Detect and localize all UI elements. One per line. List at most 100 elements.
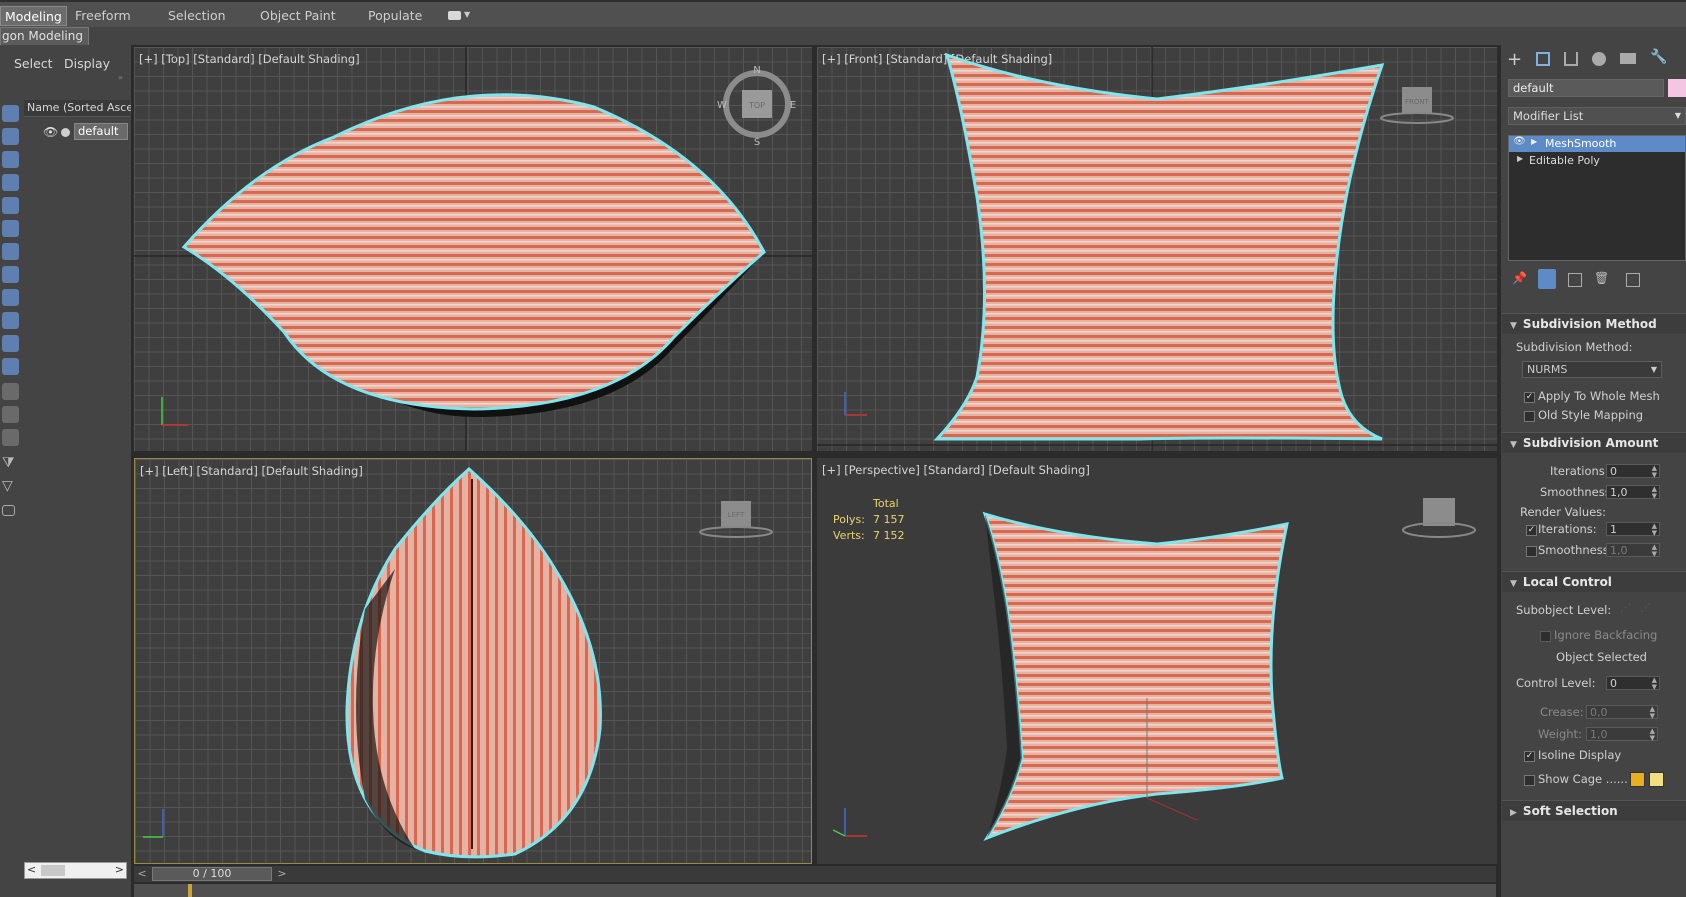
spinner-arrows-icon[interactable]: ▲ ▼ [1652,544,1657,558]
explorer-column-header[interactable]: Name (Sorted Ascen [24,100,140,117]
tab-selection[interactable]: Selection [168,6,226,26]
edge-level-icon[interactable]: ⋰ [1640,601,1651,614]
isoline-display-checkbox[interactable]: ✓ [1524,751,1535,762]
render-iterations-spinner[interactable]: 1 ▲ ▼ [1606,522,1660,537]
spinner-arrows-icon[interactable]: ▲ ▼ [1652,677,1657,691]
viewport-front[interactable]: [+] [Front] [Standard] [Default Shading]… [817,47,1497,451]
invert-filter-icon[interactable] [2,429,19,446]
pillow-top-view: TOP N S E W [134,47,812,451]
groups-filter-icon[interactable] [2,243,19,260]
vertex-level-icon[interactable]: ⋰ [1620,601,1631,614]
control-level-spinner[interactable]: 0 ▲ ▼ [1606,676,1660,691]
rollout-soft-selection[interactable]: ▶ Soft Selection [1502,800,1686,821]
tab-modeling[interactable]: Modeling [0,6,67,26]
viewport-top[interactable]: [+] [Top] [Standard] [Default Shading] T… [134,47,812,451]
shapes-filter-icon[interactable] [2,128,19,145]
configure-modifier-sets-icon[interactable] [1626,273,1640,287]
rollout-subdivision-amount[interactable]: ▼ Subdivision Amount [1502,432,1686,453]
time-prev-button[interactable]: < [134,866,150,882]
filter-icon[interactable]: ⧩ [2,455,19,472]
cage-color-swatch-2[interactable] [1649,772,1664,787]
pin-stack-icon[interactable]: 📌 [1512,271,1527,285]
stack-item-editable-poly[interactable]: ▶ Editable Poly [1509,153,1685,169]
helpers-filter-icon[interactable] [2,197,19,214]
lights-filter-icon[interactable] [2,151,19,168]
iterations-spinner[interactable]: 0 ▲ ▼ [1606,464,1660,479]
expand-arrow-icon[interactable]: ▶ [1531,137,1537,146]
space-warps-filter-icon[interactable] [2,220,19,237]
scrollbar-thumb[interactable] [41,865,65,876]
show-cage-checkbox[interactable] [1524,775,1535,786]
display-tab-icon[interactable] [1620,53,1636,64]
viewport-perspective[interactable]: [+] [Perspective] [Standard] [Default Sh… [817,458,1497,864]
containers-filter-icon[interactable] [2,312,19,329]
cage-color-swatch-1[interactable] [1630,772,1645,787]
spinner-arrows-icon[interactable]: ▲ ▼ [1650,728,1655,742]
render-toggle-icon[interactable] [61,128,70,137]
none-filter-icon[interactable] [2,406,19,423]
spinner-arrows-icon[interactable]: ▲ ▼ [1652,523,1657,537]
rollout-local-control[interactable]: ▼ Local Control [1502,571,1686,592]
motion-tab-icon[interactable] [1592,52,1606,66]
ignore-backfacing-checkbox[interactable] [1540,631,1551,642]
time-slider-bar[interactable]: < 0 / 100 > [134,866,1496,882]
cameras-filter-icon[interactable] [2,174,19,191]
explorer-menu-select[interactable]: Select [14,56,53,71]
polygon-modeling-panel-label[interactable]: gon Modeling [0,27,89,46]
explorer-menu-display[interactable]: Display [64,56,110,71]
eye-icon[interactable]: 👁 [43,125,58,139]
spinner-arrows-icon[interactable]: ▲ ▼ [1650,706,1655,720]
stack-item-meshsmooth[interactable]: 👁 ▶ MeshSmooth [1509,136,1685,152]
frozen-filter-icon[interactable] [2,335,19,352]
modifier-list-dropdown[interactable]: Modifier List ▼ [1508,107,1686,125]
utilities-tab-icon[interactable]: 🔧 [1650,49,1667,65]
weight-spinner[interactable]: 1,0 ▲ ▼ [1586,727,1658,742]
scene-object-default[interactable]: default [74,123,128,140]
smoothness-spinner[interactable]: 1,0 ▲ ▼ [1606,485,1660,500]
hidden-filter-icon[interactable] [2,358,19,375]
crease-spinner[interactable]: 0,0 ▲ ▼ [1586,705,1658,720]
scroll-right-arrow-icon[interactable]: > [115,863,124,876]
modify-tab-icon[interactable] [1536,52,1550,66]
object-color-swatch[interactable] [1668,79,1686,97]
scroll-left-arrow-icon[interactable]: < [27,863,36,876]
explorer-expand-icon[interactable]: » [118,73,123,82]
chevron-down-icon[interactable]: ▼ [464,10,470,19]
bones-filter-icon[interactable] [2,289,19,306]
xrefs-filter-icon[interactable] [2,266,19,283]
render-smoothness-spinner[interactable]: 1,0 ▲ ▼ [1606,543,1660,558]
time-next-button[interactable]: > [274,866,290,882]
track-bar[interactable] [134,884,1496,897]
make-unique-icon[interactable] [1568,273,1582,287]
render-iterations-checkbox[interactable]: ✓ [1526,525,1537,536]
viewport-left[interactable]: [+] [Left] [Standard] [Default Shading] … [134,458,812,864]
tab-object-paint[interactable]: Object Paint [260,6,336,26]
object-name-field[interactable]: default [1508,79,1664,97]
rollout-subdivision-method[interactable]: ▼ Subdivision Method [1502,313,1686,334]
show-cage-label: Show Cage ...... [1538,772,1628,786]
tab-populate[interactable]: Populate [368,6,422,26]
show-end-result-icon[interactable] [1538,269,1556,289]
render-smoothness-checkbox[interactable] [1526,546,1537,557]
geometry-filter-icon[interactable] [2,105,19,122]
rollout-title: Local Control [1522,575,1612,589]
create-tab-icon[interactable]: + [1507,49,1522,70]
spinner-arrows-icon[interactable]: ▲ ▼ [1652,465,1657,479]
hierarchy-tab-icon[interactable] [1564,52,1578,66]
subdivision-method-select[interactable]: NURMS ▼ [1522,361,1662,378]
tab-freeform[interactable]: Freeform [75,6,131,26]
remove-modifier-icon[interactable]: 🗑 [1594,271,1609,285]
old-style-mapping-checkbox[interactable] [1524,411,1535,422]
spinner-arrows-icon[interactable]: ▲ ▼ [1652,486,1657,500]
funnel-icon[interactable]: ▽ [2,478,19,495]
expand-arrow-icon[interactable]: ▶ [1517,154,1523,163]
apply-whole-mesh-checkbox[interactable]: ✓ [1524,392,1535,403]
compass-w: W [717,100,727,111]
eye-icon[interactable]: 👁 [1513,136,1526,147]
subdivision-method-label: Subdivision Method: [1516,340,1633,354]
all-filter-icon[interactable] [2,383,19,400]
explorer-horizontal-scrollbar[interactable]: < > [24,862,127,879]
layer-icon[interactable] [2,505,15,516]
ribbon-display-toggle-icon[interactable] [448,11,461,20]
time-slider-thumb[interactable]: 0 / 100 [152,867,272,881]
